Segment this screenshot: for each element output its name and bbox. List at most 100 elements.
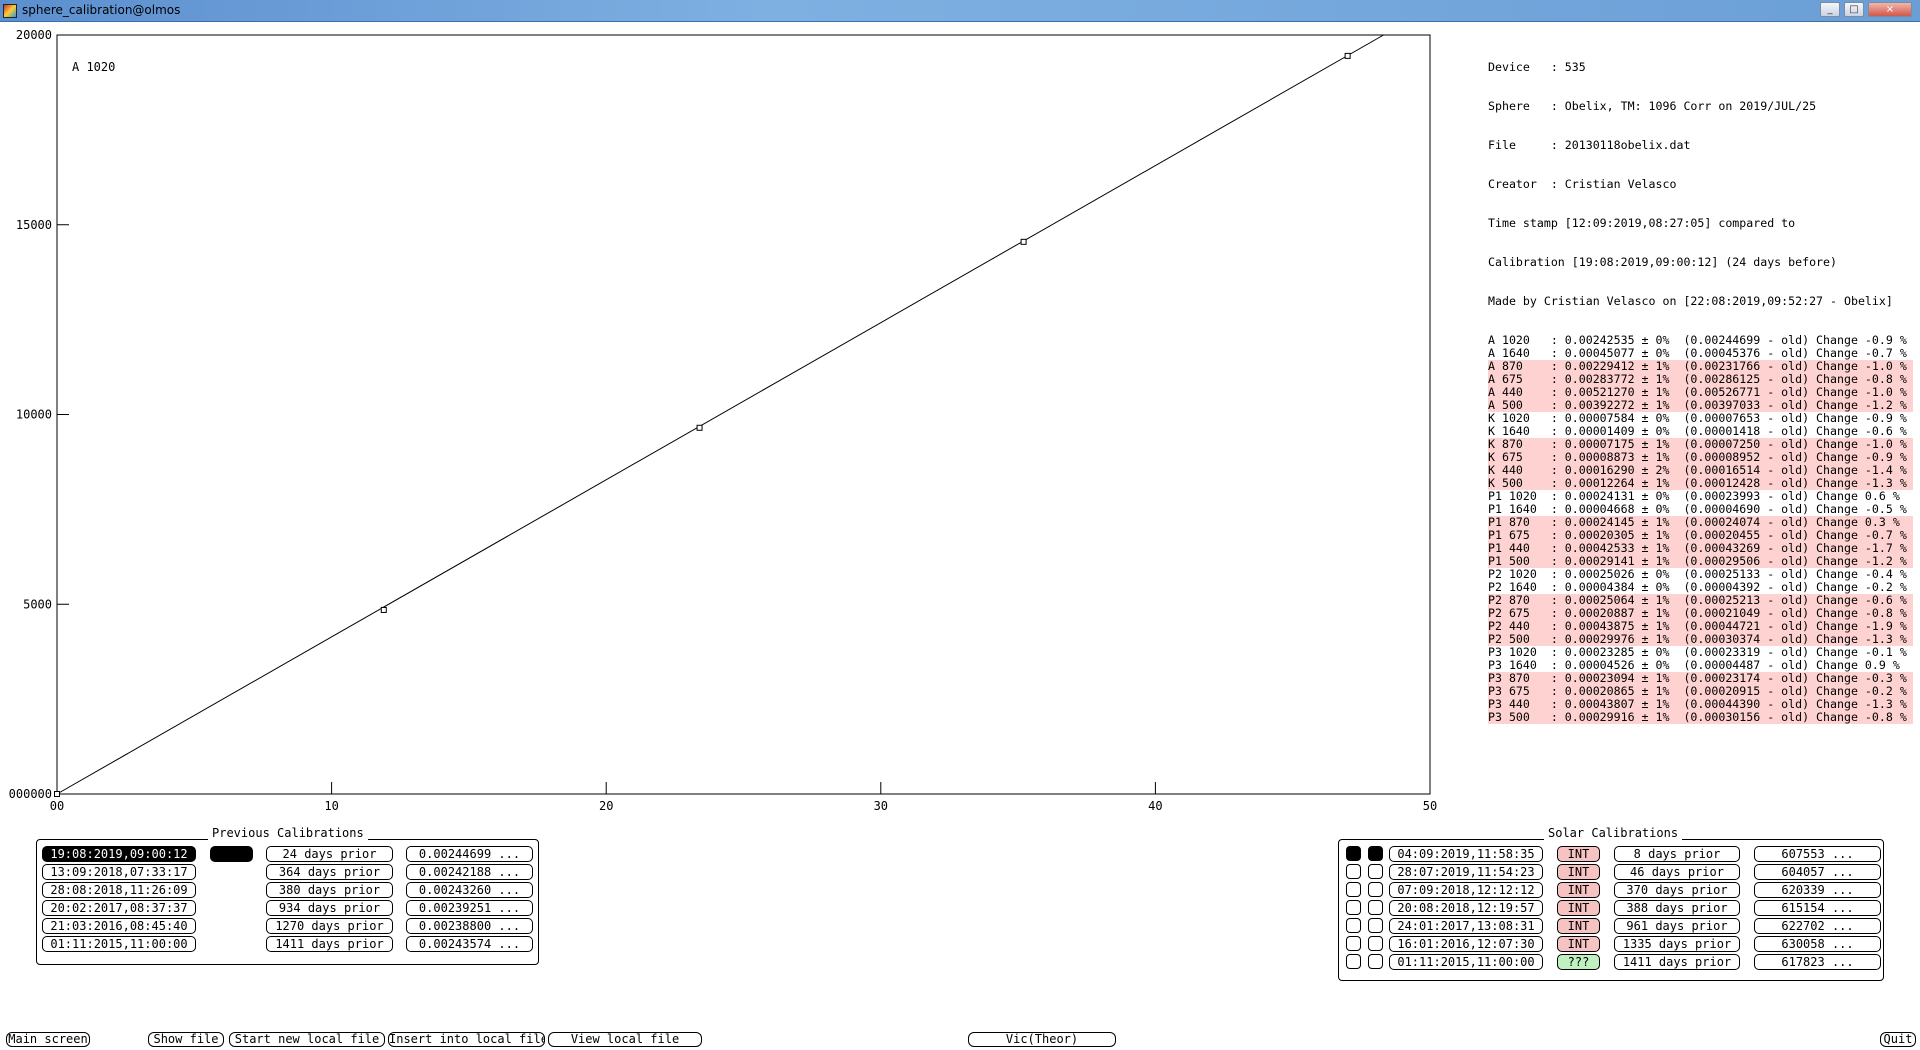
x-tick-label: 20 — [599, 799, 613, 813]
solar-date-button[interactable]: 28:07:2019,11:54:23 — [1389, 864, 1543, 880]
solar-prior-label[interactable]: 8 days prior — [1614, 846, 1740, 862]
y-tick-label: 000000 — [9, 787, 52, 801]
solar-type-badge[interactable]: ??? — [1557, 954, 1600, 970]
creator-line: Creator : Cristian Velasco — [1488, 178, 1677, 191]
previous-prior-label[interactable]: 380 days prior — [266, 882, 393, 898]
coefficient-row: A 675 : 0.00283772 ± 1% (0.00286125 - ol… — [1488, 373, 1913, 386]
solar-value-button[interactable]: 622702 ... — [1754, 918, 1881, 934]
coefficient-row: A 1640 : 0.00045077 ± 0% (0.00045376 - o… — [1488, 347, 1907, 360]
solar-prior-label[interactable]: 370 days prior — [1614, 882, 1740, 898]
show-file-button[interactable]: Show file — [148, 1032, 224, 1047]
close-button[interactable]: × — [1868, 2, 1912, 17]
solar-value-button[interactable]: 615154 ... — [1754, 900, 1881, 916]
solar-compare-checkbox[interactable] — [1368, 954, 1383, 969]
solar-compare-checkbox[interactable] — [1368, 846, 1383, 861]
solar-select-checkbox[interactable] — [1346, 900, 1361, 915]
main-screen-button[interactable]: Main screen — [6, 1032, 90, 1047]
solar-value-button[interactable]: 607553 ... — [1754, 846, 1881, 862]
solar-compare-checkbox[interactable] — [1368, 936, 1383, 951]
coefficient-row: K 500 : 0.00012264 ± 1% (0.00012428 - ol… — [1488, 477, 1913, 490]
coefficient-row: P2 1640 : 0.00004384 ± 0% (0.00004392 - … — [1488, 581, 1907, 594]
previous-date-button[interactable]: 19:08:2019,09:00:12 — [42, 846, 196, 862]
previous-prior-label[interactable]: 1411 days prior — [266, 936, 393, 952]
selected-marker[interactable] — [210, 846, 253, 862]
coefficient-row: P3 1020 : 0.00023285 ± 0% (0.00023319 - … — [1488, 646, 1907, 659]
calibration-info-panel: Device : 535 Sphere : Obelix, TM: 1096 C… — [1488, 35, 1913, 737]
data-point — [696, 424, 703, 431]
view-local-file-button[interactable]: View local file — [548, 1032, 702, 1047]
maximize-button[interactable]: □ — [1844, 2, 1864, 17]
solar-select-checkbox[interactable] — [1346, 918, 1361, 933]
previous-date-button[interactable]: 20:02:2017,08:37:37 — [42, 900, 196, 916]
solar-compare-checkbox[interactable] — [1368, 900, 1383, 915]
solar-compare-checkbox[interactable] — [1368, 918, 1383, 933]
coefficient-row: P1 440 : 0.00042533 ± 1% (0.00043269 - o… — [1488, 542, 1913, 555]
timestamp-line: Time stamp [12:09:2019,08:27:05] compare… — [1488, 217, 1796, 230]
coefficient-row: P1 870 : 0.00024145 ± 1% (0.00024074 - o… — [1488, 516, 1913, 529]
coefficient-row: P1 1640 : 0.00004668 ± 0% (0.00004690 - … — [1488, 503, 1907, 516]
solar-prior-label[interactable]: 961 days prior — [1614, 918, 1740, 934]
data-point — [1344, 52, 1351, 59]
window-title: sphere_calibration@olmos — [22, 3, 181, 17]
solar-type-badge[interactable]: INT — [1557, 900, 1600, 916]
solar-date-button[interactable]: 16:01:2016,12:07:30 — [1389, 936, 1543, 952]
solar-select-checkbox[interactable] — [1346, 882, 1361, 897]
previous-prior-label[interactable]: 364 days prior — [266, 864, 393, 880]
coefficient-row: P1 675 : 0.00020305 ± 1% (0.00020455 - o… — [1488, 529, 1913, 542]
y-tick-label: 5000 — [23, 597, 52, 611]
solar-select-checkbox[interactable] — [1346, 864, 1361, 879]
vic-theor-button[interactable]: Vic(Theor) — [968, 1032, 1116, 1047]
solar-prior-label[interactable]: 388 days prior — [1614, 900, 1740, 916]
solar-select-checkbox[interactable] — [1346, 936, 1361, 951]
solar-date-button[interactable]: 04:09:2019,11:58:35 — [1389, 846, 1543, 862]
data-point — [54, 791, 60, 797]
previous-date-button[interactable]: 13:09:2018,07:33:17 — [42, 864, 196, 880]
previous-value-button[interactable]: 0.00244699 ... — [406, 846, 533, 862]
previous-value-button[interactable]: 0.00239251 ... — [406, 900, 533, 916]
previous-date-button[interactable]: 01:11:2015,11:00:00 — [42, 936, 196, 952]
previous-date-button[interactable]: 28:08:2018,11:26:09 — [42, 882, 196, 898]
solar-select-checkbox[interactable] — [1346, 846, 1361, 861]
solar-type-badge[interactable]: INT — [1557, 918, 1600, 934]
solar-value-button[interactable]: 620339 ... — [1754, 882, 1881, 898]
solar-prior-label[interactable]: 1411 days prior — [1614, 954, 1740, 970]
quit-button[interactable]: Quit — [1880, 1032, 1916, 1047]
solar-date-button[interactable]: 01:11:2015,11:00:00 — [1389, 954, 1543, 970]
coefficient-row: K 1020 : 0.00007584 ± 0% (0.00007653 - o… — [1488, 412, 1907, 425]
solar-calibrations-title: Solar Calibrations — [1544, 826, 1683, 840]
previous-date-button[interactable]: 21:03:2016,08:45:40 — [42, 918, 196, 934]
solar-value-button[interactable]: 630058 ... — [1754, 936, 1881, 952]
insert-into-local-file-button[interactable]: Insert into local file — [388, 1032, 545, 1047]
sphere-line: Sphere : Obelix, TM: 1096 Corr on 2019/J… — [1488, 100, 1817, 113]
solar-value-button[interactable]: 604057 ... — [1754, 864, 1881, 880]
solar-date-button[interactable]: 07:09:2018,12:12:12 — [1389, 882, 1543, 898]
solar-compare-checkbox[interactable] — [1368, 864, 1383, 879]
series-label: A 1020 — [72, 60, 115, 74]
solar-type-badge[interactable]: INT — [1557, 882, 1600, 898]
solar-type-badge[interactable]: INT — [1557, 936, 1600, 952]
previous-value-button[interactable]: 0.00242188 ... — [406, 864, 533, 880]
solar-value-button[interactable]: 617823 ... — [1754, 954, 1881, 970]
minimize-button[interactable]: _ — [1820, 2, 1840, 17]
solar-select-checkbox[interactable] — [1346, 954, 1361, 969]
previous-prior-label[interactable]: 24 days prior — [266, 846, 393, 862]
x-tick-label: 30 — [874, 799, 888, 813]
y-tick-label: 10000 — [16, 408, 52, 422]
solar-type-badge[interactable]: INT — [1557, 864, 1600, 880]
previous-prior-label[interactable]: 1270 days prior — [266, 918, 393, 934]
coefficient-row: P3 870 : 0.00023094 ± 1% (0.00023174 - o… — [1488, 672, 1913, 685]
previous-value-button[interactable]: 0.00243574 ... — [406, 936, 533, 952]
solar-date-button[interactable]: 20:08:2018,12:19:57 — [1389, 900, 1543, 916]
coefficient-row: K 675 : 0.00008873 ± 1% (0.00008952 - ol… — [1488, 451, 1913, 464]
start-new-local-file-button[interactable]: Start new local file — [229, 1032, 385, 1047]
previous-value-button[interactable]: 0.00243260 ... — [406, 882, 533, 898]
coefficient-row: A 1020 : 0.00242535 ± 0% (0.00244699 - o… — [1488, 334, 1907, 347]
solar-compare-checkbox[interactable] — [1368, 882, 1383, 897]
previous-prior-label[interactable]: 934 days prior — [266, 900, 393, 916]
app-icon — [3, 4, 17, 18]
solar-prior-label[interactable]: 46 days prior — [1614, 864, 1740, 880]
previous-value-button[interactable]: 0.00238800 ... — [406, 918, 533, 934]
solar-type-badge[interactable]: INT — [1557, 846, 1600, 862]
solar-prior-label[interactable]: 1335 days prior — [1614, 936, 1740, 952]
solar-date-button[interactable]: 24:01:2017,13:08:31 — [1389, 918, 1543, 934]
